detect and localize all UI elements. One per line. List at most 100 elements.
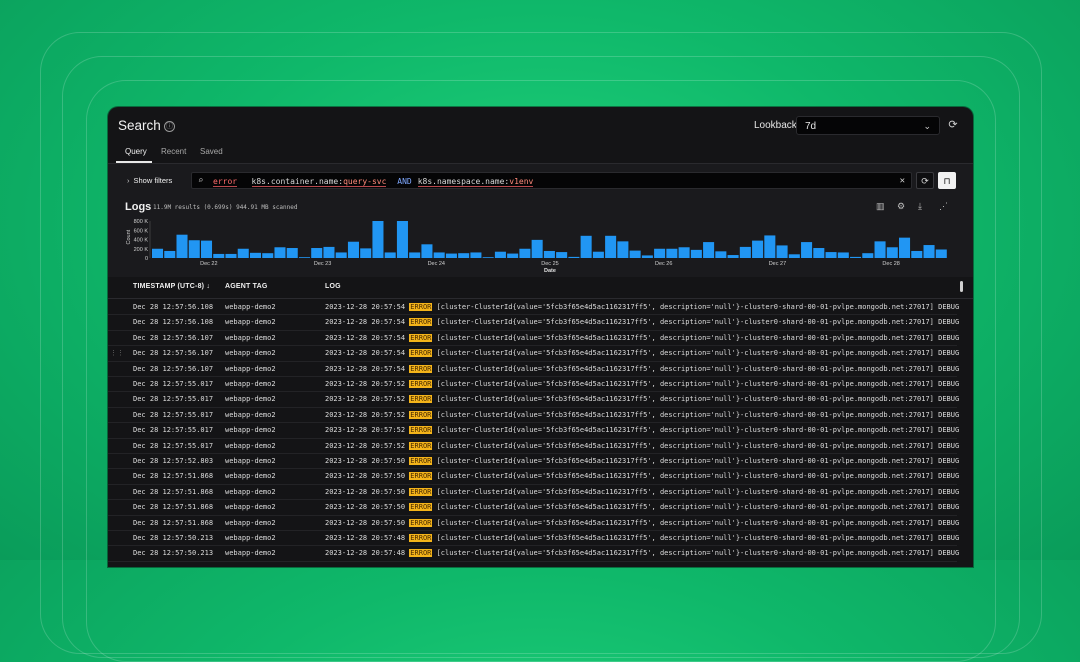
table-row[interactable]: Dec 28 12:57:56.107 webapp-demo2 2023-12-2… [108,345,959,362]
table-row[interactable]: Dec 28 12:57:50.213 webapp-demo2 2023-12-2… [108,530,959,547]
histogram-bar[interactable] [911,250,923,258]
histogram-bar[interactable] [213,253,225,258]
histogram-bar[interactable] [654,248,666,258]
histogram-bar[interactable] [335,252,347,258]
histogram-bar[interactable] [776,245,788,258]
show-filters-button[interactable]: › Show filters [127,176,172,185]
refresh-icon[interactable]: ⟳ [946,118,960,132]
run-query-button[interactable]: ⟳ [916,172,934,189]
histogram-bar[interactable] [617,241,629,258]
histogram-bar[interactable] [176,234,188,258]
histogram-bar[interactable] [360,248,372,258]
histogram-bar[interactable] [935,249,947,258]
histogram-bar[interactable] [262,253,274,258]
histogram-bar[interactable] [200,240,213,258]
info-icon[interactable]: ⓘ [164,121,175,132]
histogram-bar[interactable] [249,252,262,258]
histogram-bar[interactable] [837,252,849,258]
histogram-bar[interactable] [237,248,249,258]
histogram-bar[interactable] [813,248,825,258]
table-row[interactable]: Dec 28 12:57:52.803 webapp-demo2 2023-12-2… [108,453,959,470]
histogram-bar[interactable] [152,248,164,258]
histogram-bar[interactable] [788,254,800,258]
histogram-bar[interactable] [286,248,298,258]
histogram-bar[interactable] [899,237,911,258]
histogram-bar[interactable] [225,253,237,258]
histogram-bar[interactable] [850,256,862,258]
histogram-bar[interactable] [470,252,482,258]
log-cell: 2023-12-28 20:57:52 ERROR [cluster-Clust… [325,426,959,435]
histogram-bar[interactable] [862,253,874,258]
table-row[interactable]: Dec 28 12:57:51.868 webapp-demo2 2023-12-2… [108,468,959,485]
table-row[interactable]: Dec 28 12:57:55.017 webapp-demo2 2023-12-2… [108,391,959,408]
histogram-bar[interactable] [727,255,739,258]
table-row[interactable]: Dec 28 12:57:51.868 webapp-demo2 2023-12-2… [108,484,959,501]
histogram-bar[interactable] [752,240,764,258]
histogram-bar[interactable] [666,248,678,258]
histogram-bar[interactable] [690,249,702,258]
histogram-bar[interactable] [298,257,310,258]
table-row[interactable]: Dec 28 12:57:55.017 webapp-demo2 2023-12-2… [108,438,959,454]
histogram-bar[interactable] [592,251,604,258]
histogram-bar[interactable] [801,242,813,258]
histogram-bar[interactable] [543,250,555,258]
search-input[interactable]: ⌕ error k8s.container.name:query-svc AND… [191,172,912,189]
table-row[interactable]: Dec 28 12:57:56.108 webapp-demo2 2023-12-2… [108,314,959,331]
y-axis-label: Count [126,229,132,244]
histogram-bar[interactable] [396,221,408,258]
histogram-bar[interactable] [739,246,751,258]
table-row[interactable]: Dec 28 12:57:56.108 webapp-demo2 2023-12-2… [108,299,959,316]
table-row[interactable]: Dec 28 12:57:56.107 webapp-demo2 2023-12-2… [108,330,959,347]
histogram-bar[interactable] [825,252,837,258]
histogram-bar[interactable] [433,252,445,258]
histogram-bar[interactable] [874,241,886,258]
save-query-button[interactable]: ⊓ [938,172,956,189]
histogram-bar[interactable] [556,252,568,258]
table-row[interactable]: Dec 28 12:57:51.868 webapp-demo2 2023-12-2… [108,515,959,531]
vertical-scrollbar[interactable] [960,281,963,292]
histogram-bar[interactable] [703,242,715,258]
histogram-bar[interactable] [764,235,776,258]
histogram-bar[interactable] [568,256,580,258]
histogram-bar[interactable] [923,245,935,258]
histogram-bar[interactable] [494,251,506,258]
histogram-bar[interactable] [384,252,396,258]
table-row[interactable]: Dec 28 12:57:51.868 webapp-demo2 2023-12-2… [108,499,959,516]
histogram-bar[interactable] [458,253,470,258]
column-header-log[interactable]: LOG [325,283,341,290]
histogram-bar[interactable] [531,239,543,258]
table-row[interactable]: Dec 28 12:57:55.017 webapp-demo2 2023-12-2… [108,376,959,393]
lookback-select[interactable]: 7d ⌄ [796,116,940,135]
column-header-agent-tag[interactable]: AGENT TAG [225,283,268,290]
histogram-bar[interactable] [507,253,519,258]
histogram-bar[interactable] [421,244,433,258]
column-header-timestamp[interactable]: TIMESTAMP (UTC-8) ↓ [133,283,210,290]
tab-recent[interactable]: Recent [161,147,186,156]
histogram-bar[interactable] [347,241,359,258]
clear-icon[interactable]: ✕ [900,173,905,190]
histogram-bar[interactable] [409,252,421,258]
histogram-bar[interactable] [629,250,641,258]
histogram-bar[interactable] [372,221,384,258]
histogram-bar[interactable] [274,247,286,258]
tab-query[interactable]: Query [125,147,147,156]
histogram-bar[interactable] [482,257,494,258]
histogram-bar[interactable] [445,253,457,258]
histogram-bar[interactable] [188,240,200,258]
table-row[interactable]: Dec 28 12:57:55.017 webapp-demo2 2023-12-2… [108,422,959,439]
histogram-bar[interactable] [519,248,531,258]
table-row[interactable]: Dec 28 12:57:56.107 webapp-demo2 2023-12-2… [108,361,959,377]
histogram-bar[interactable] [605,235,617,258]
drag-handle-icon[interactable]: ⋮⋮ [110,350,124,357]
histogram-bar[interactable] [311,248,323,258]
table-row[interactable]: Dec 28 12:57:50.213 webapp-demo2 2023-12-2… [108,545,959,562]
histogram-bar[interactable] [323,246,335,258]
histogram-bar[interactable] [886,247,898,258]
histogram-bar[interactable] [164,250,176,258]
histogram-bar[interactable] [641,255,653,258]
histogram-bar[interactable] [678,247,690,258]
histogram-bar[interactable] [580,235,592,258]
table-row[interactable]: Dec 28 12:57:55.017 webapp-demo2 2023-12-2… [108,407,959,424]
tab-saved[interactable]: Saved [200,147,223,156]
histogram-bar[interactable] [715,251,727,258]
